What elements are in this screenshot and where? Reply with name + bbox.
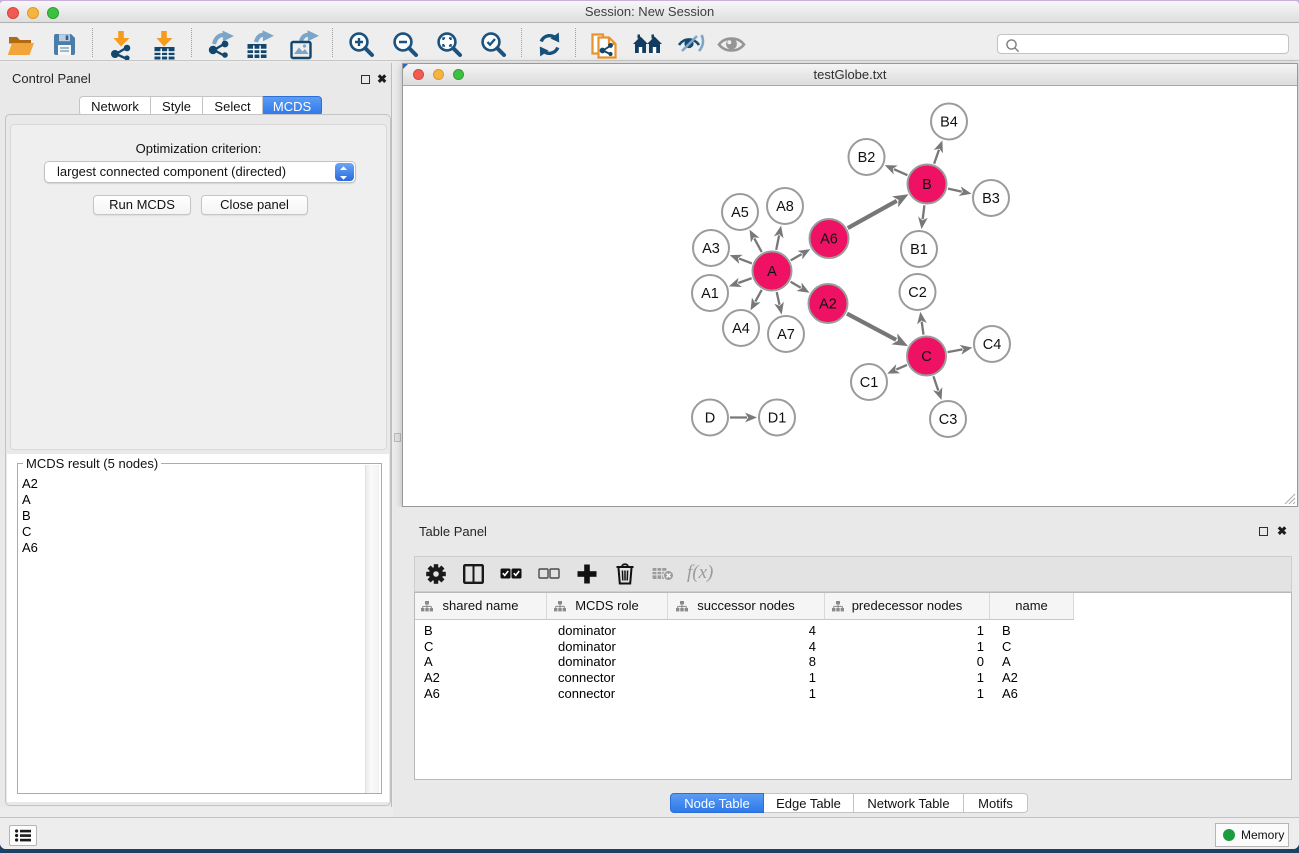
svg-text:D: D bbox=[705, 411, 715, 427]
svg-text:A6: A6 bbox=[820, 232, 838, 248]
svg-text:A5: A5 bbox=[731, 205, 749, 221]
svg-text:B4: B4 bbox=[940, 115, 958, 131]
svg-text:C: C bbox=[921, 349, 931, 365]
svg-text:A2: A2 bbox=[819, 297, 837, 313]
svg-text:C1: C1 bbox=[860, 375, 879, 391]
svg-text:A8: A8 bbox=[776, 199, 794, 215]
svg-text:C3: C3 bbox=[939, 412, 958, 428]
svg-text:A: A bbox=[767, 264, 777, 280]
svg-text:C2: C2 bbox=[908, 285, 927, 301]
svg-text:A1: A1 bbox=[701, 286, 719, 302]
svg-text:B3: B3 bbox=[982, 191, 1000, 207]
svg-text:A7: A7 bbox=[777, 327, 795, 343]
svg-text:B1: B1 bbox=[910, 242, 928, 258]
svg-text:A3: A3 bbox=[702, 241, 720, 257]
svg-text:B: B bbox=[922, 177, 932, 193]
svg-text:D1: D1 bbox=[768, 411, 787, 427]
svg-text:A4: A4 bbox=[732, 321, 750, 337]
svg-text:C4: C4 bbox=[983, 337, 1002, 353]
svg-text:B2: B2 bbox=[858, 150, 876, 166]
